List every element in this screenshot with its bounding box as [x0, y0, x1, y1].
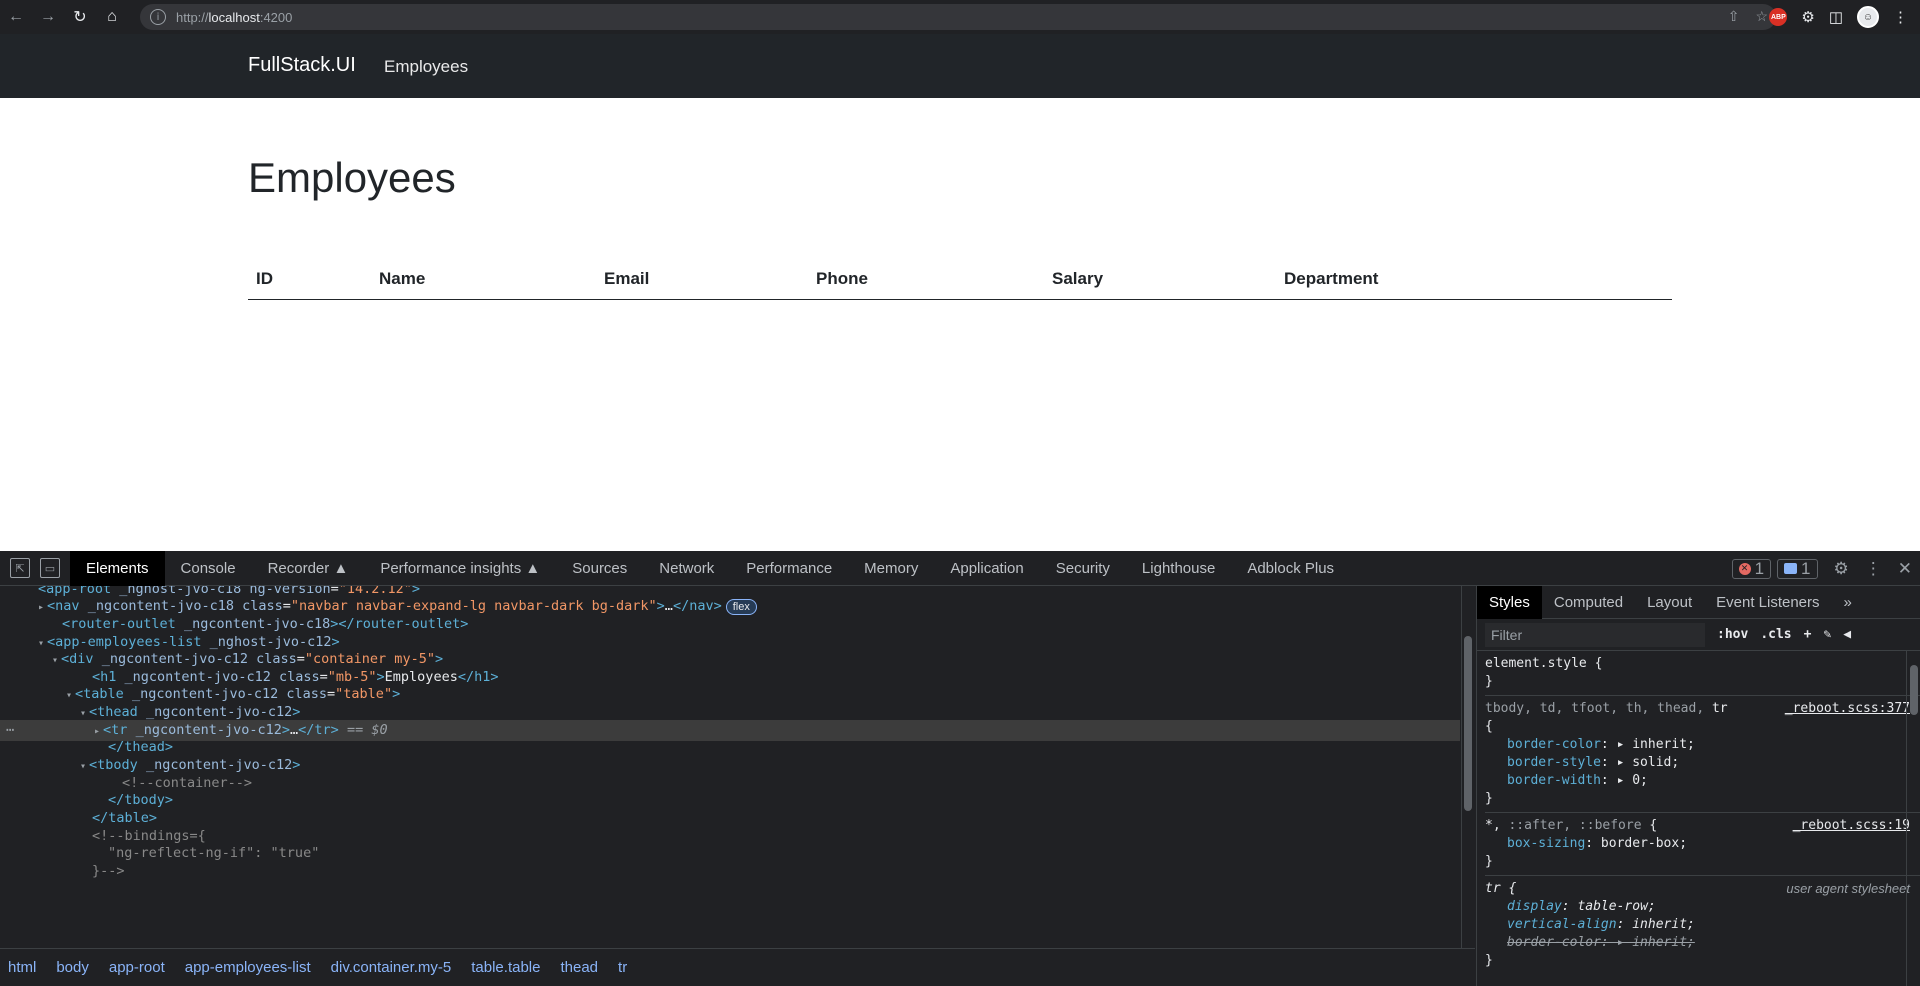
error-count-badge[interactable]: ✕ 1	[1731, 558, 1772, 579]
side-panel-icon[interactable]: ◫	[1829, 8, 1843, 26]
column-header-id: ID	[256, 269, 273, 288]
navbar-brand[interactable]: FullStack.UI	[248, 54, 356, 77]
tab-recorder[interactable]: Recorder ▲	[252, 551, 365, 586]
tab-performance[interactable]: Performance	[730, 551, 848, 586]
devtools-menu-icon[interactable]: ⋮	[1865, 559, 1882, 579]
tab-computed[interactable]: Computed	[1542, 586, 1635, 619]
column-header-department: Department	[1284, 269, 1379, 288]
column-header-name: Name	[379, 269, 426, 288]
employees-table-header: ID Name Email Phone Salary Department	[248, 267, 1672, 300]
close-devtools-icon[interactable]: ✕	[1898, 559, 1912, 579]
app-navbar: FullStack.UI Employees	[0, 34, 1920, 98]
tab-layout[interactable]: Layout	[1635, 586, 1704, 619]
browser-toolbar: ← → ↻ ⌂ i http://localhost:4200 ⇧ ☆ ABP …	[0, 0, 1920, 34]
breadcrumb: html body app-root app-employees-list di…	[0, 948, 1475, 986]
breadcrumb-thead[interactable]: thead	[560, 959, 598, 976]
devtools-panel: ⇱ ▭ Elements Console Recorder ▲ Performa…	[0, 550, 1920, 986]
url-text[interactable]: http://localhost:4200	[176, 10, 292, 25]
page-content: Employees ID Name Email Phone Salary Dep…	[0, 98, 1920, 551]
bookmark-star-icon[interactable]: ☆	[1755, 8, 1768, 25]
breadcrumb-div-container[interactable]: div.container.my-5	[331, 959, 452, 976]
class-toggle[interactable]: .cls	[1760, 627, 1791, 642]
tab-sources[interactable]: Sources	[556, 551, 643, 586]
extensions-puzzle-icon[interactable]: ⚙	[1801, 8, 1814, 26]
styles-scrollbar[interactable]	[1906, 651, 1920, 986]
address-bar[interactable]: i http://localhost:4200 ⇧ ☆	[140, 4, 1776, 30]
message-count-badge[interactable]: 1	[1777, 558, 1818, 579]
reload-icon[interactable]: ↻	[64, 0, 96, 34]
column-header-email: Email	[604, 269, 650, 288]
tab-memory[interactable]: Memory	[848, 551, 934, 586]
home-icon[interactable]: ⌂	[96, 0, 128, 34]
flask-icon: ▲	[333, 559, 349, 577]
share-icon[interactable]: ⇧	[1728, 8, 1740, 25]
device-toolbar-icon[interactable]: ▭	[40, 558, 60, 578]
breadcrumb-body[interactable]: body	[56, 959, 89, 976]
nav-link-employees[interactable]: Employees	[384, 57, 468, 77]
forward-icon[interactable]: →	[32, 0, 64, 34]
adblock-extension-icon[interactable]: ABP	[1769, 8, 1788, 26]
page-title: Employees	[248, 154, 456, 201]
dom-tree[interactable]: <app-root _nghost-jvo-c18 ng-version="14…	[0, 586, 1460, 948]
paint-icon[interactable]: ✎	[1823, 627, 1831, 642]
tab-elements[interactable]: Elements	[70, 550, 165, 586]
tab-network[interactable]: Network	[643, 551, 730, 586]
breadcrumb-table[interactable]: table.table	[471, 959, 540, 976]
styles-pane: Styles Computed Layout Event Listeners »…	[1476, 585, 1920, 986]
flask-icon: ▲	[525, 559, 541, 577]
error-icon: ✕	[1738, 562, 1751, 575]
new-rule-icon[interactable]: +	[1804, 627, 1812, 642]
dom-node[interactable]: }-->	[0, 861, 1460, 882]
sidebar-toggle-icon[interactable]: ◀	[1843, 627, 1851, 642]
breadcrumb-app-employees-list[interactable]: app-employees-list	[185, 959, 311, 976]
tab-application[interactable]: Application	[934, 551, 1039, 586]
tab-adblock-plus[interactable]: Adblock Plus	[1231, 551, 1350, 586]
tab-performance-insights[interactable]: Performance insights ▲	[364, 551, 556, 586]
menu-kebab-icon[interactable]: ⋮	[1893, 8, 1908, 26]
breadcrumb-html[interactable]: html	[8, 959, 36, 976]
column-header-phone: Phone	[816, 269, 868, 288]
tab-styles[interactable]: Styles	[1477, 585, 1542, 619]
back-icon[interactable]: ←	[0, 0, 32, 34]
settings-gear-icon[interactable]: ⚙	[1834, 559, 1849, 579]
message-icon	[1784, 563, 1798, 574]
tab-lighthouse[interactable]: Lighthouse	[1126, 551, 1231, 586]
styles-filter-input[interactable]: Filter	[1485, 622, 1705, 647]
more-tabs-icon[interactable]: »	[1832, 586, 1864, 619]
devtools-tabbar: ⇱ ▭ Elements Console Recorder ▲ Performa…	[0, 550, 1920, 586]
hover-state-toggle[interactable]: :hov	[1717, 627, 1748, 642]
tab-security[interactable]: Security	[1040, 551, 1126, 586]
info-icon[interactable]: i	[150, 9, 166, 25]
breadcrumb-tr[interactable]: tr	[618, 959, 627, 976]
inspect-element-icon[interactable]: ⇱	[10, 558, 30, 578]
tab-console[interactable]: Console	[165, 551, 252, 586]
css-rules: element.style { } tbody, td, tfoot, th, …	[1477, 651, 1920, 974]
dom-tree-scrollbar[interactable]	[1461, 586, 1473, 948]
tab-event-listeners[interactable]: Event Listeners	[1704, 586, 1831, 619]
breadcrumb-app-root[interactable]: app-root	[109, 959, 165, 976]
column-header-salary: Salary	[1052, 269, 1104, 288]
profile-avatar[interactable]: ☺	[1857, 6, 1879, 28]
